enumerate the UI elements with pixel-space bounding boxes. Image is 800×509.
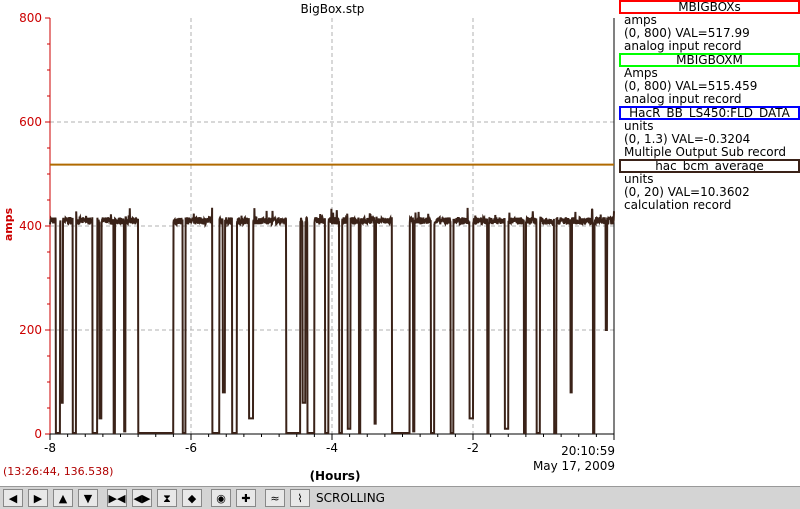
zoom-out-y-icon[interactable]: ◆ <box>182 489 202 507</box>
line-graph-icon[interactable]: ⌇ <box>290 489 310 507</box>
y-tick-label: 0 <box>34 427 42 441</box>
arrow-down-icon[interactable]: ▼ <box>78 489 98 507</box>
zoom-in-x-icon[interactable]: ▶◀ <box>107 489 127 507</box>
x-tick-label: -4 <box>326 441 338 455</box>
x-tick-label: -2 <box>467 441 479 455</box>
arrow-left-icon[interactable]: ◀ <box>3 489 23 507</box>
legend-entry-name[interactable]: MBIGBOXs <box>619 0 800 14</box>
y-tick-label: 200 <box>19 323 42 337</box>
legend-entry-mbigboxs[interactable]: MBIGBOXs amps (0, 800) VAL=517.99 analog… <box>619 0 800 53</box>
x-tick-label: -6 <box>185 441 197 455</box>
legend-entry-name[interactable]: hac_bcm_average <box>619 159 800 173</box>
x-tick-label: -8 <box>44 441 56 455</box>
y-axis-label: amps <box>2 207 16 242</box>
zoom-in-y-icon[interactable]: ⧗ <box>157 489 177 507</box>
legend-entry-record-type: calculation record <box>624 198 732 212</box>
zoom-out-x-icon[interactable]: ◀▶ <box>132 489 152 507</box>
legend: MBIGBOXs amps (0, 800) VAL=517.99 analog… <box>619 0 800 212</box>
add-pv-icon[interactable]: ✚ <box>236 489 256 507</box>
timestamp-date: May 17, 2009 <box>532 459 615 473</box>
y-tick-label: 800 <box>19 11 42 25</box>
autoscale-icon[interactable]: ◉ <box>211 489 231 507</box>
y-tick-label: 600 <box>19 115 42 129</box>
toolbar: ◀ ▶ ▲ ▼ ▶◀ ◀▶ ⧗ ◆ ◉ ✚ ≈ ⌇ SCROLLING <box>0 486 800 509</box>
legend-entry-name[interactable]: MBIGBOXM <box>619 53 800 67</box>
strip-chart-icon[interactable]: ≈ <box>265 489 285 507</box>
legend-entry-record-type: analog input record <box>624 39 742 53</box>
timestamp: 20:10:59 May 17, 2009 <box>520 444 615 474</box>
timestamp-time: 20:10:59 <box>561 444 615 458</box>
y-axis-label-wrap: amps <box>2 207 16 242</box>
x-axis-label: (Hours) <box>309 469 361 483</box>
cursor-readout: (13:26:44, 136.538) <box>3 465 114 478</box>
legend-entry-hacr-bb-ls450[interactable]: HacR_BB_LS450:FLD_DATA units (0, 1.3) VA… <box>619 106 800 159</box>
arrow-right-icon[interactable]: ▶ <box>28 489 48 507</box>
legend-entry-record-type: analog input record <box>624 92 742 106</box>
arrow-up-icon[interactable]: ▲ <box>53 489 73 507</box>
legend-entry-name[interactable]: HacR_BB_LS450:FLD_DATA <box>619 106 800 120</box>
scroll-status: SCROLLING <box>316 491 385 505</box>
legend-entry-record-type: Multiple Output Sub record <box>624 145 786 159</box>
legend-entry-mbigboxm[interactable]: MBIGBOXM Amps (0, 800) VAL=515.459 analo… <box>619 53 800 106</box>
y-tick-label: 400 <box>19 219 42 233</box>
legend-entry-hac-bcm-average[interactable]: hac_bcm_average units (0, 20) VAL=10.360… <box>619 159 800 212</box>
